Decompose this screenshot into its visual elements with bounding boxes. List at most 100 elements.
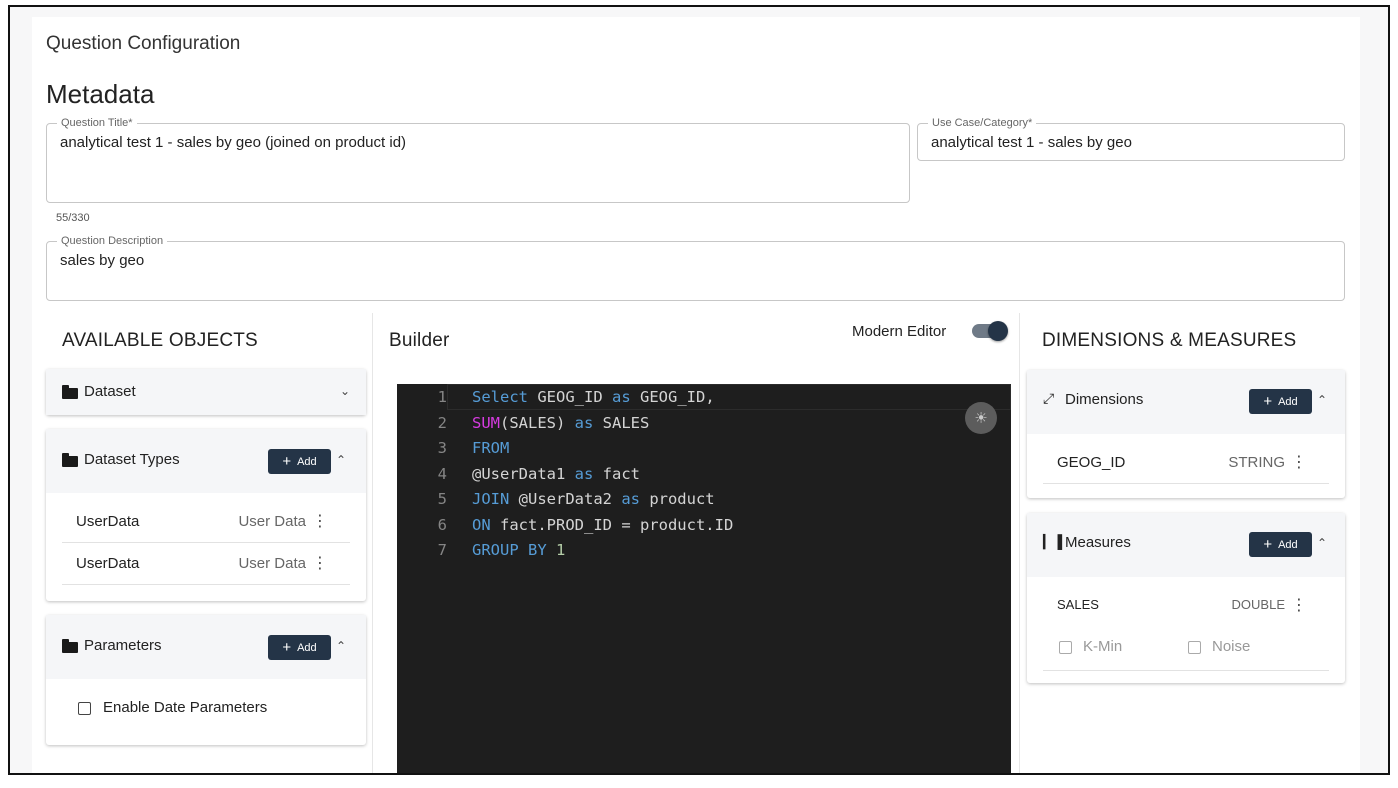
line-number: 5 [437,490,447,508]
noise-label: Noise [1212,638,1251,655]
add-parameter-button[interactable]: + Add [268,635,331,660]
question-description-field[interactable]: Question Description sales by geo [46,235,1345,301]
chevron-up-icon[interactable]: ⌃ [336,639,346,653]
code-text: JOIN @UserData2 as product [472,490,715,508]
chevron-up-icon[interactable]: ⌃ [336,453,346,467]
dimensions-label: Dimensions [1065,391,1144,408]
enable-date-parameters-checkbox[interactable] [78,702,91,715]
code-line[interactable]: 3 FROM [397,435,1011,461]
dims-measures-heading: DIMENSIONS & MEASURES [1042,330,1297,351]
sql-code-editor[interactable]: 1 Select GEOG_ID as GEOG_ID, 2 SUM(SALES) a… [397,384,1011,773]
dataset-type-name: UserData [76,555,140,572]
expand-icon: ⤢ [1043,390,1055,406]
kebab-menu-icon[interactable]: ⋮ [1291,452,1307,472]
folder-icon [62,385,78,399]
plus-icon: + [282,639,292,656]
dataset-types-header: Dataset Types + Add ⌃ [46,429,366,493]
card-title: Question Configuration [46,33,241,54]
code-text: @UserData1 as fact [472,464,640,483]
chevron-up-icon[interactable]: ⌃ [1317,393,1327,407]
code-line[interactable]: 1 Select GEOG_ID as GEOG_ID, [397,384,1011,410]
kmin-label: K-Min [1083,638,1123,655]
code-text: SUM(SALES) as SALES [472,413,650,432]
measure-row[interactable]: SALES DOUBLE ⋮ K-Min Noise [1043,585,1329,671]
column-divider-left [372,313,373,773]
measures-header: ▎▐ Measures + Add ⌃ [1027,513,1345,577]
question-description-value: sales by geo [60,252,145,269]
chevron-down-icon[interactable]: ⌄ [340,384,350,398]
code-text: Select GEOG_ID as GEOG_ID, [472,388,715,406]
add-measure-button[interactable]: + Add [1249,532,1312,557]
add-label: Add [1278,395,1298,408]
dimensions-header: ⤢ Dimensions + Add ⌃ [1027,370,1345,434]
folder-icon [62,453,78,467]
available-objects-heading: AVAILABLE OBJECTS [62,330,258,351]
add-label: Add [1278,538,1298,551]
column-divider-right [1019,313,1020,773]
measures-panel: ▎▐ Measures + Add ⌃ SALES DOUBLE ⋮ K-Min… [1027,513,1345,683]
code-line[interactable]: 2 SUM(SALES) as SALES [397,410,1011,436]
builder-heading: Builder [389,330,450,351]
code-text: ON fact.PROD_ID = product.ID [472,515,734,534]
parameters-panel: Parameters + Add ⌃ Enable Date Parameter… [46,615,366,745]
chevron-up-icon[interactable]: ⌃ [1317,536,1327,550]
list-item[interactable]: UserData User Data ⋮ [62,501,350,543]
parameters-header: Parameters + Add ⌃ [46,615,366,679]
dataset-panel-header[interactable]: Dataset ⌄ [46,369,366,415]
measures-label: Measures [1065,534,1131,551]
question-config-card: Question Configuration Metadata Question… [32,17,1360,773]
line-number: 2 [437,413,447,432]
add-label: Add [297,455,317,468]
bar-chart-icon: ▎▐ [1043,534,1063,549]
metadata-title: Metadata [46,79,155,109]
measure-name: SALES [1057,597,1099,612]
dataset-type-value: User Data [238,513,306,530]
question-description-label: Question Description [57,235,168,248]
question-title-value: analytical test 1 - sales by geo (joined… [60,134,407,151]
question-title-label: Question Title* [57,117,137,130]
app-frame: Question Configuration Metadata Question… [8,5,1390,775]
line-number: 4 [437,464,447,483]
dataset-types-label: Dataset Types [84,451,180,468]
code-line[interactable]: 5 JOIN @UserData2 as product [397,486,1011,512]
plus-icon: + [1263,536,1273,553]
kebab-menu-icon[interactable]: ⋮ [312,553,328,573]
dataset-panel[interactable]: Dataset ⌄ [46,369,366,415]
kebab-menu-icon[interactable]: ⋮ [1291,595,1307,615]
modern-editor-toggle[interactable] [970,320,1010,342]
measure-type: DOUBLE [1231,597,1285,612]
code-line[interactable]: 4 @UserData1 as fact [397,461,1011,487]
dataset-type-value: User Data [238,555,306,572]
list-item[interactable]: UserData User Data ⋮ [62,543,350,585]
code-text: GROUP BY 1 [472,541,566,559]
use-case-field[interactable]: Use Case/Category* analytical test 1 - s… [917,117,1345,161]
noise-checkbox[interactable] [1188,641,1201,654]
code-text: FROM [472,439,510,457]
kmin-checkbox[interactable] [1059,641,1072,654]
enable-date-parameters-label: Enable Date Parameters [103,699,268,716]
use-case-value: analytical test 1 - sales by geo [931,134,1132,151]
line-number: 6 [437,515,447,534]
folder-icon [62,639,78,653]
toggle-knob [988,321,1008,341]
dimensions-panel: ⤢ Dimensions + Add ⌃ GEOG_ID STRING ⋮ [1027,370,1345,498]
modern-editor-label: Modern Editor [852,323,947,340]
dimension-row[interactable]: GEOG_ID STRING ⋮ [1043,442,1329,484]
sun-icon[interactable]: ☀ [965,402,997,434]
plus-icon: + [1263,393,1273,410]
code-line[interactable]: 6 ON fact.PROD_ID = product.ID [397,512,1011,538]
use-case-label: Use Case/Category* [928,117,1037,130]
question-title-field[interactable]: Question Title* analytical test 1 - sale… [46,117,910,203]
dataset-type-name: UserData [76,513,140,530]
dataset-label: Dataset [84,383,136,400]
kebab-menu-icon[interactable]: ⋮ [312,511,328,531]
dimension-type: STRING [1228,454,1285,471]
dataset-types-panel: Dataset Types + Add ⌃ UserData User Data… [46,429,366,601]
plus-icon: + [282,453,292,470]
code-line[interactable]: 7 GROUP BY 1 [397,537,1011,563]
line-number: 1 [437,388,447,406]
add-label: Add [297,641,317,654]
add-dataset-type-button[interactable]: + Add [268,449,331,474]
add-dimension-button[interactable]: + Add [1249,389,1312,414]
dimension-name: GEOG_ID [1057,454,1126,471]
